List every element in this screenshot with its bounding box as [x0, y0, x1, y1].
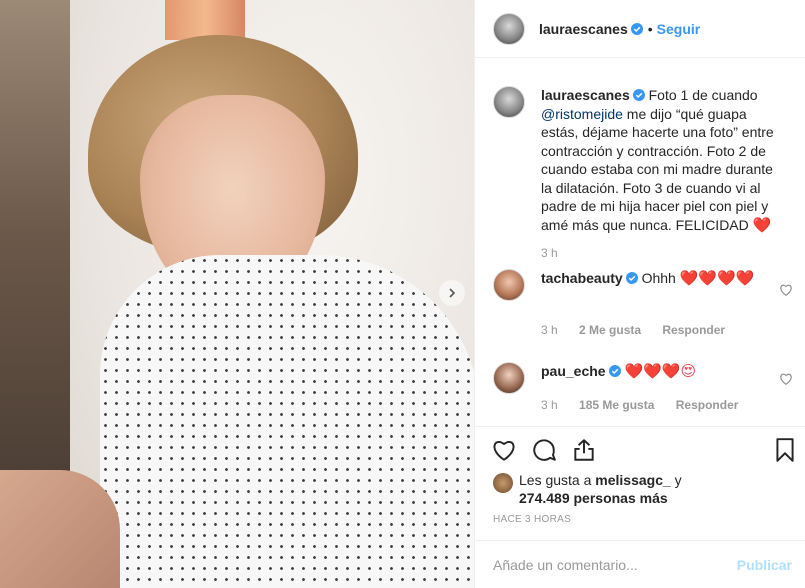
publish-button[interactable]: Publicar	[737, 557, 792, 573]
comment-time[interactable]: 3 h	[541, 398, 558, 412]
commenter-username[interactable]: pau_eche	[541, 363, 606, 379]
reply-button[interactable]: Responder	[662, 323, 725, 337]
liker-avatar[interactable]	[493, 473, 513, 493]
comment-meta: 3 h 185 Me gusta Responder	[541, 398, 756, 412]
heart-emojis: ❤️❤️❤️❤️	[679, 270, 755, 287]
post-timestamp[interactable]: HACE 3 HORAS	[493, 514, 571, 525]
caption-username[interactable]: lauraescanes	[541, 87, 630, 103]
verified-badge-icon	[630, 22, 643, 35]
verified-badge-icon	[632, 89, 645, 101]
comment-item: pau_eche ❤️❤️❤️😍 3 h 185 Me gusta Respon…	[493, 348, 793, 428]
author-username[interactable]: lauraescanes	[539, 21, 628, 37]
heart-emoji: ❤️	[752, 216, 772, 234]
action-bar	[475, 426, 805, 474]
comment-likes[interactable]: 185 Me gusta	[579, 398, 654, 412]
share-icon[interactable]	[571, 437, 597, 463]
like-comment-heart-icon[interactable]	[779, 372, 793, 386]
comment-text: pau_eche ❤️❤️❤️😍	[541, 362, 787, 382]
heart-emojis: ❤️❤️❤️😍	[624, 363, 697, 380]
comment-item: tachabeauty Ohhh ❤️❤️❤️❤️ 3 h 2 Me gusta…	[493, 255, 793, 337]
follow-button[interactable]: Seguir	[657, 21, 701, 37]
likes-count-link[interactable]: 274.489 personas más	[519, 490, 668, 506]
comment-time[interactable]: 3 h	[541, 323, 558, 337]
mention-link[interactable]: @ristomejide	[541, 106, 623, 122]
commenter-username[interactable]: tachabeauty	[541, 270, 623, 286]
save-bookmark-icon[interactable]	[772, 437, 798, 463]
post-side-panel: lauraescanes • Seguir lauraescanes Foto …	[474, 0, 805, 588]
commenter-avatar[interactable]	[493, 362, 525, 394]
comment-icon[interactable]	[531, 437, 557, 463]
caption: lauraescanes Foto 1 de cuando @ristomeji…	[493, 72, 793, 272]
photo-gown	[100, 255, 474, 588]
post-photo[interactable]	[0, 0, 474, 588]
post-header: lauraescanes • Seguir	[475, 0, 805, 58]
photo-curtain	[165, 0, 245, 40]
reply-button[interactable]: Responder	[676, 398, 739, 412]
like-heart-icon[interactable]	[491, 437, 517, 463]
carousel-next-button[interactable]	[439, 280, 465, 306]
verified-badge-icon	[608, 365, 621, 377]
comment-text: tachabeauty Ohhh ❤️❤️❤️❤️	[541, 270, 755, 287]
comment-input[interactable]	[493, 556, 737, 573]
verified-badge-icon	[625, 272, 638, 284]
chevron-right-icon	[449, 288, 456, 298]
commenter-avatar[interactable]	[493, 269, 525, 301]
photo-arm	[0, 470, 120, 588]
liker-username[interactable]: melissagc_	[595, 472, 671, 488]
author-avatar[interactable]	[493, 12, 525, 45]
caption-author-avatar[interactable]	[493, 86, 525, 118]
comment-likes[interactable]: 2 Me gusta	[579, 323, 641, 337]
comment-meta: 3 h 2 Me gusta Responder	[541, 323, 743, 337]
separator-dot: •	[647, 20, 653, 37]
like-comment-heart-icon[interactable]	[779, 283, 793, 297]
caption-text: lauraescanes Foto 1 de cuando @ristomeji…	[541, 87, 774, 234]
comment-composer: Publicar	[475, 540, 805, 588]
